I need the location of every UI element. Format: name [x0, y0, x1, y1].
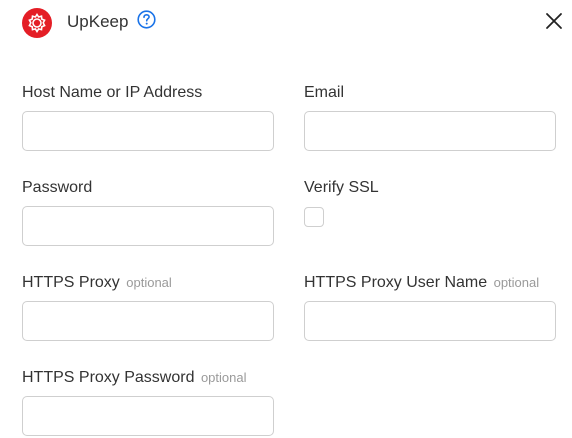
verify-ssl-checkbox[interactable]	[304, 207, 324, 227]
https-proxy-password-input[interactable]	[22, 396, 274, 436]
host-input[interactable]	[22, 111, 274, 151]
verify-ssl-field: Verify SSL	[304, 178, 556, 227]
https-proxy-password-label: HTTPS Proxy Password optional	[22, 369, 247, 386]
https-proxy-input[interactable]	[22, 301, 274, 341]
password-label: Password	[22, 179, 93, 196]
close-icon[interactable]	[544, 11, 564, 31]
https-proxy-field: HTTPS Proxy optional	[22, 273, 274, 341]
https-proxy-user-label: HTTPS Proxy User Name optional	[304, 274, 540, 291]
optional-hint: optional	[126, 275, 172, 290]
https-proxy-user-field: HTTPS Proxy User Name optional	[304, 273, 556, 341]
https-proxy-label: HTTPS Proxy optional	[22, 274, 172, 291]
https-proxy-password-field: HTTPS Proxy Password optional	[22, 368, 274, 436]
upkeep-logo-icon	[22, 8, 52, 38]
password-input[interactable]	[22, 206, 274, 246]
password-field: Password	[22, 178, 274, 246]
dialog-header: UpKeep	[0, 0, 572, 44]
email-input[interactable]	[304, 111, 556, 151]
host-field: Host Name or IP Address	[22, 83, 274, 151]
app-name: UpKeep	[67, 12, 129, 31]
optional-hint: optional	[493, 275, 540, 290]
help-icon[interactable]	[137, 10, 156, 29]
email-field: Email	[304, 83, 556, 151]
optional-hint: optional	[200, 370, 247, 385]
verify-ssl-label: Verify SSL	[304, 179, 379, 196]
email-label: Email	[304, 84, 345, 101]
host-label: Host Name or IP Address	[22, 84, 203, 101]
https-proxy-user-input[interactable]	[304, 301, 556, 341]
